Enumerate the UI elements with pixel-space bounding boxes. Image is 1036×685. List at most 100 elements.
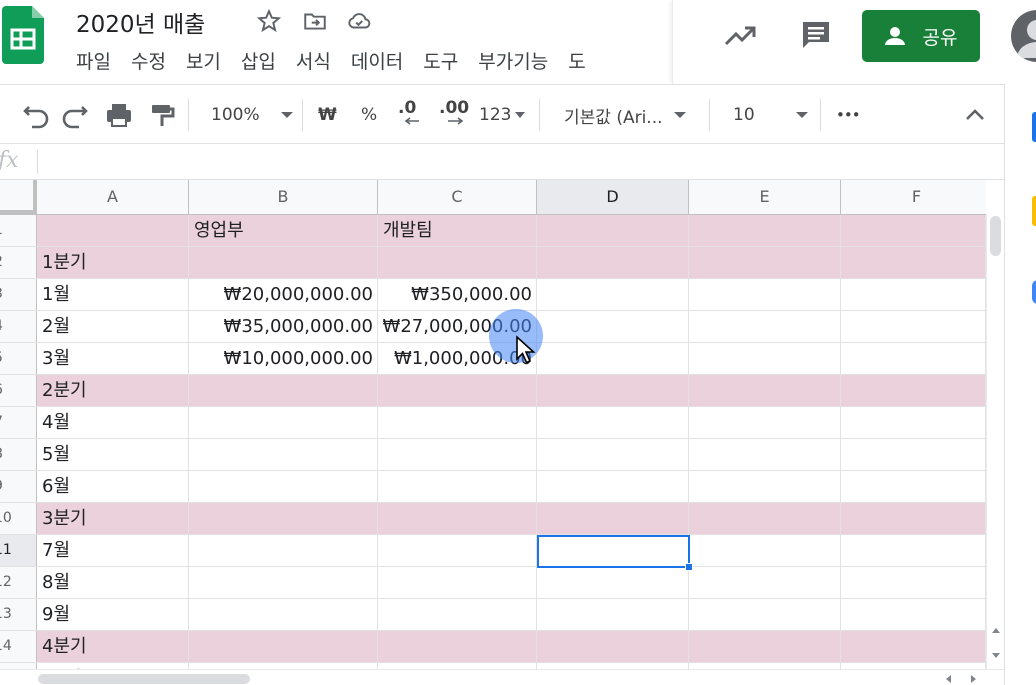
tasks-addon-icon[interactable] [1032, 280, 1036, 304]
cell[interactable] [841, 439, 986, 470]
horizontal-scrollbar[interactable] [0, 669, 1004, 685]
cell[interactable] [189, 247, 378, 278]
move-folder-icon[interactable] [302, 8, 328, 34]
cell[interactable] [189, 439, 378, 470]
cell[interactable]: ₩35,000,000.00 [189, 311, 378, 342]
keep-addon-icon[interactable] [1032, 196, 1036, 226]
cell[interactable]: ₩20,000,000.00 [189, 279, 378, 310]
print-icon[interactable] [104, 99, 134, 131]
cell[interactable] [537, 503, 689, 534]
menu-tools[interactable]: 도구 [413, 48, 468, 78]
undo-icon[interactable] [20, 99, 50, 131]
column-header[interactable]: C [378, 180, 537, 214]
cell[interactable] [189, 567, 378, 598]
column-header[interactable]: A [37, 180, 189, 214]
scroll-up-icon[interactable] [991, 626, 1001, 634]
cell[interactable]: 4월 [37, 407, 189, 438]
cell[interactable] [841, 247, 986, 278]
cell[interactable] [689, 407, 841, 438]
cell[interactable] [689, 343, 841, 374]
sheets-logo-icon[interactable] [2, 6, 44, 64]
select-all-corner[interactable] [0, 180, 37, 214]
activity-trend-icon[interactable] [723, 22, 757, 50]
cell[interactable] [841, 567, 986, 598]
percent-format-button[interactable]: % [361, 99, 379, 131]
row-header[interactable]: 7 [0, 407, 37, 438]
cell[interactable] [378, 407, 537, 438]
row-header[interactable]: 2 [0, 247, 37, 278]
row-header[interactable]: 13 [0, 599, 37, 630]
more-options-button[interactable]: ••• [836, 99, 862, 131]
column-header[interactable]: B [189, 180, 378, 214]
paint-format-icon[interactable] [148, 99, 176, 131]
row-header[interactable]: 8 [0, 439, 37, 470]
zoom-select[interactable]: 100% [211, 99, 301, 131]
cell[interactable] [537, 343, 689, 374]
cell[interactable] [378, 375, 537, 406]
cell[interactable] [537, 439, 689, 470]
cell[interactable] [841, 407, 986, 438]
row-header[interactable]: 14 [0, 631, 37, 662]
menu-format[interactable]: 서식 [286, 48, 341, 78]
row-header[interactable]: 3 [0, 279, 37, 310]
cell[interactable] [537, 471, 689, 502]
cell[interactable] [689, 567, 841, 598]
row-header[interactable]: 1 [0, 215, 37, 246]
currency-format-button[interactable]: ₩ [318, 99, 338, 131]
cloud-saved-icon[interactable] [346, 8, 372, 34]
decrease-decimal-button[interactable]: .0 [398, 99, 424, 131]
cell[interactable] [537, 535, 689, 566]
cell[interactable] [189, 471, 378, 502]
row-header[interactable]: 4 [0, 311, 37, 342]
cell[interactable] [537, 215, 689, 246]
cell[interactable]: 7월 [37, 535, 189, 566]
cell[interactable] [189, 631, 378, 662]
redo-icon[interactable] [62, 99, 92, 131]
cell[interactable] [189, 407, 378, 438]
cell[interactable] [689, 279, 841, 310]
star-icon[interactable] [256, 8, 282, 34]
cell[interactable] [189, 535, 378, 566]
cell[interactable]: ₩27,000,000.00 [378, 311, 537, 342]
cell[interactable]: 영업부 [189, 215, 378, 246]
row-header[interactable]: 5 [0, 343, 37, 374]
cell[interactable]: 1월 [37, 279, 189, 310]
row-header[interactable]: 9 [0, 471, 37, 502]
cell[interactable] [537, 599, 689, 630]
cell[interactable] [841, 503, 986, 534]
cell[interactable] [537, 279, 689, 310]
cell[interactable] [378, 599, 537, 630]
cell[interactable] [689, 503, 841, 534]
cell[interactable] [689, 631, 841, 662]
column-header[interactable]: D [537, 180, 689, 214]
column-header[interactable]: E [689, 180, 841, 214]
scroll-right-icon[interactable] [970, 674, 978, 684]
account-avatar[interactable] [1011, 10, 1036, 62]
cell[interactable]: 1분기 [37, 247, 189, 278]
cell[interactable] [378, 439, 537, 470]
cell[interactable] [689, 535, 841, 566]
cell[interactable] [378, 567, 537, 598]
cell[interactable] [841, 279, 986, 310]
calendar-addon-icon[interactable] [1032, 112, 1036, 142]
menu-insert[interactable]: 삽입 [231, 48, 286, 78]
document-title[interactable]: 2020년 매출 [76, 5, 205, 39]
cell[interactable] [841, 215, 986, 246]
cell[interactable] [841, 311, 986, 342]
cell[interactable] [189, 599, 378, 630]
cell[interactable]: 5월 [37, 439, 189, 470]
cell[interactable]: 3분기 [37, 503, 189, 534]
menu-data[interactable]: 데이터 [341, 48, 413, 78]
row-header[interactable]: 6 [0, 375, 37, 406]
menu-addons[interactable]: 부가기능 [468, 48, 558, 78]
row-header[interactable]: 10 [0, 503, 37, 534]
cell[interactable]: 9월 [37, 599, 189, 630]
cell[interactable] [841, 535, 986, 566]
cell[interactable] [689, 215, 841, 246]
cell[interactable] [537, 375, 689, 406]
font-family-select[interactable]: 기본값 (Ari... [564, 99, 698, 131]
cell[interactable] [689, 471, 841, 502]
share-button[interactable]: 공유 [862, 10, 980, 62]
vertical-scrollbar[interactable] [986, 214, 1004, 669]
formula-input[interactable] [44, 144, 994, 179]
